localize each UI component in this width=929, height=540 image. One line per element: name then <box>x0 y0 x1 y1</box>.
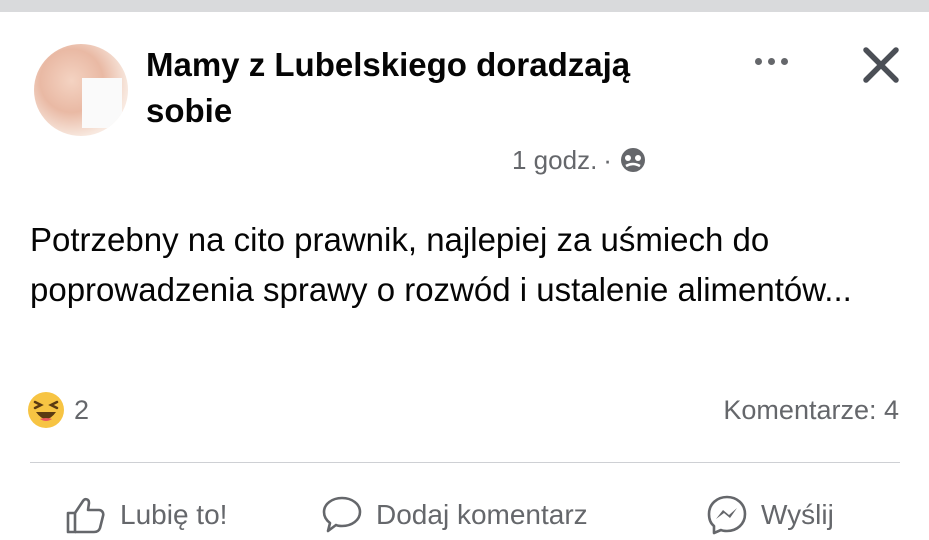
send-button[interactable]: Wyślij <box>705 490 834 540</box>
avatar-blur <box>82 78 122 128</box>
group-name[interactable]: Mamy z Lubelskiego doradzają sobie <box>146 42 706 134</box>
thumbs-up-icon <box>66 497 105 534</box>
comment-icon <box>322 496 362 533</box>
comments-count[interactable]: Komentarze: 4 <box>723 390 899 430</box>
top-strip <box>0 0 929 12</box>
more-options-icon[interactable] <box>746 46 796 76</box>
messenger-icon <box>707 495 747 535</box>
comment-label: Dodaj komentarz <box>376 499 588 530</box>
action-bar: Lubię to! Dodaj komentarz Wyślij <box>0 490 929 540</box>
group-avatar[interactable] <box>34 44 128 136</box>
post-text: Potrzebny na cito prawnik, najlepiej za … <box>30 221 852 308</box>
haha-icon <box>28 392 64 428</box>
post-time[interactable]: 1 godz. <box>512 145 597 176</box>
send-label: Wyślij <box>761 499 834 530</box>
globe-icon <box>620 148 645 172</box>
like-label: Lubię to! <box>120 499 228 530</box>
reaction-count: 2 <box>74 394 90 425</box>
comment-button[interactable]: Dodaj komentarz <box>320 490 588 540</box>
reactions-summary[interactable]: 2 <box>26 390 89 430</box>
divider <box>30 462 900 463</box>
meta-separator: · <box>603 144 612 175</box>
close-icon[interactable] <box>858 42 904 88</box>
like-button[interactable]: Lubię to! <box>64 490 227 540</box>
post-meta: 1 godz. · <box>512 140 648 180</box>
